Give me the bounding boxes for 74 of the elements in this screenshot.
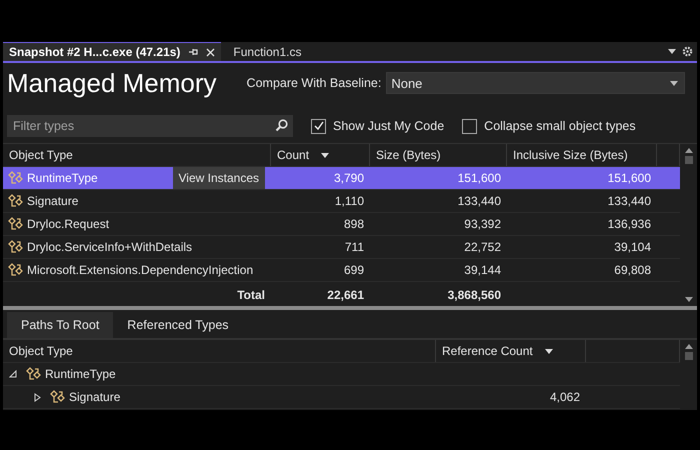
tree-row[interactable]: RuntimeType	[3, 363, 680, 386]
checkbox[interactable]	[311, 118, 326, 134]
search-icon	[275, 119, 288, 132]
tree-row[interactable]: Signature 4,062	[3, 386, 680, 409]
table-cell: 1,110	[334, 194, 364, 208]
table-cell: 898	[344, 217, 364, 231]
table-cell: Dryloc.ServiceInfo+WithDetails	[27, 240, 192, 254]
filter-field[interactable]: Filter types	[7, 115, 293, 137]
table-cell: 39,104	[614, 240, 651, 254]
checkbox-label: Show Just My Code	[333, 119, 444, 133]
table-cell: 22,752	[464, 240, 501, 254]
column-header[interactable]: Object Type	[3, 340, 436, 362]
table-row[interactable]: Microsoft.Extensions.DependencyInjection 699 39,144 69,808	[3, 259, 680, 282]
dropdown-icon[interactable]	[668, 49, 676, 54]
class-icon	[8, 171, 24, 185]
table-cell: 69,808	[614, 263, 651, 277]
table-cell: 136,936	[608, 217, 651, 231]
expander-icon[interactable]	[33, 392, 42, 402]
table-cell: Microsoft.Extensions.DependencyInjection	[27, 263, 254, 277]
total-label: Total	[237, 288, 265, 302]
settings-icon[interactable]	[682, 46, 693, 57]
table-cell: RuntimeType	[45, 367, 116, 381]
class-icon	[8, 217, 24, 231]
class-icon	[26, 367, 42, 381]
page-title: Managed Memory	[7, 68, 217, 98]
expander-icon[interactable]	[9, 370, 18, 378]
column-header[interactable]: Reference Count	[436, 340, 586, 362]
table-cell: 711	[344, 240, 364, 254]
scroll-thumb[interactable]	[684, 352, 692, 360]
table-cell: RuntimeType	[27, 171, 98, 185]
baseline-label: Compare With Baseline:	[246, 76, 382, 90]
close-icon[interactable]	[206, 48, 216, 56]
table-cell: Dryloc.Request	[27, 217, 110, 231]
table-row[interactable]: RuntimeType View Instances 3,790 151,600 151,600	[3, 167, 680, 190]
sort-icon	[321, 152, 330, 158]
dropdown-icon	[670, 80, 678, 86]
total-value: 22,661	[327, 288, 364, 302]
total-value: 3,868,560	[448, 288, 501, 302]
pin-icon[interactable]	[188, 47, 198, 57]
column-header[interactable]: Size (Bytes)	[370, 144, 507, 166]
table-cell: 151,600	[608, 171, 651, 185]
table-cell: Signature	[69, 390, 120, 404]
column-header[interactable]: Inclusive Size (Bytes)	[507, 144, 657, 166]
column-header[interactable]: Count	[271, 144, 370, 166]
scroll-up-icon[interactable]	[684, 344, 692, 349]
table-cell: 133,440	[608, 194, 651, 208]
scroll-up-icon[interactable]	[684, 148, 692, 153]
class-icon	[50, 390, 66, 404]
scroll-down-icon[interactable]	[684, 297, 692, 302]
table-row[interactable]: Dryloc.Request 898 93,392 136,936	[3, 213, 680, 236]
tab[interactable]: Paths To Root	[7, 312, 114, 338]
table-cell: 93,392	[464, 217, 501, 231]
table-cell: 39,144	[464, 263, 501, 277]
baseline-dropdown[interactable]: None	[386, 72, 685, 94]
table-cell: 4,062	[550, 390, 580, 404]
tab[interactable]: Referenced Types	[113, 312, 243, 338]
checkbox[interactable]	[462, 118, 478, 134]
table-cell: 133,440	[458, 194, 501, 208]
column-header[interactable]: Object Type	[3, 144, 271, 166]
checkbox-label: Collapse small object types	[484, 119, 636, 133]
view-instances-button[interactable]: View Instances	[172, 167, 265, 189]
scroll-thumb[interactable]	[684, 156, 692, 164]
table-cell: 3,790	[334, 171, 364, 185]
class-icon	[8, 194, 24, 208]
class-icon	[8, 240, 24, 254]
table-row[interactable]: Signature 1,110 133,440 133,440	[3, 190, 680, 213]
table-cell: 151,600	[458, 171, 501, 185]
document-tab[interactable]: Snapshot #2 H...c.exe (47.21s)	[3, 42, 222, 61]
class-icon	[8, 263, 24, 277]
table-row[interactable]: Dryloc.ServiceInfo+WithDetails 711 22,752 39,104	[3, 236, 680, 259]
sort-icon	[544, 348, 553, 354]
table-cell: 699	[344, 263, 364, 277]
table-cell: Signature	[27, 194, 78, 208]
document-tab[interactable]: Function1.cs	[227, 42, 308, 61]
